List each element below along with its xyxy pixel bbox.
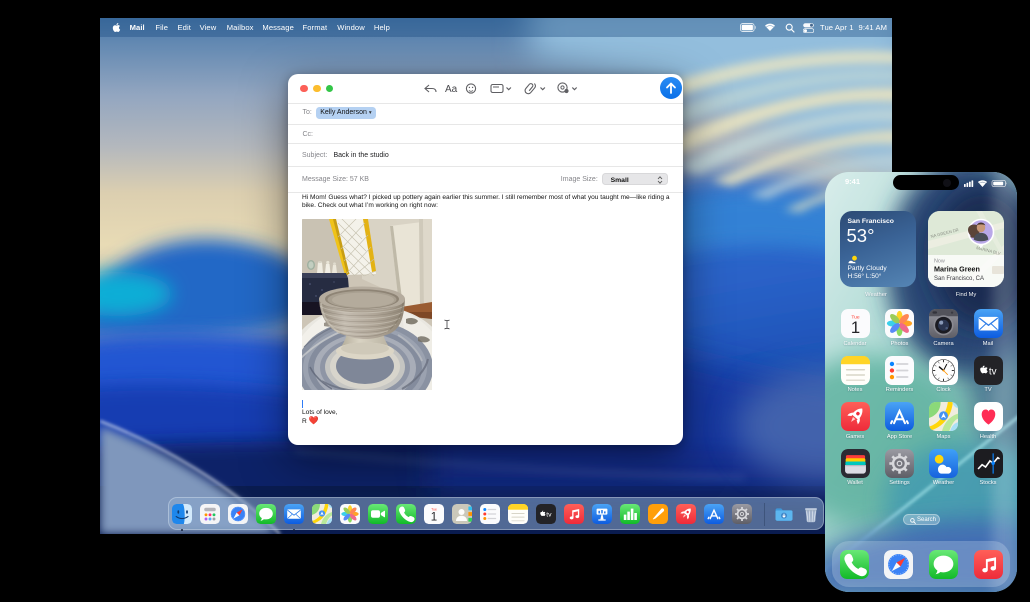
svg-text:Marina Green: Marina Green — [934, 264, 980, 273]
svg-text:Aa: Aa — [445, 84, 458, 95]
svg-text:San Francisco, CA: San Francisco, CA — [934, 276, 984, 282]
